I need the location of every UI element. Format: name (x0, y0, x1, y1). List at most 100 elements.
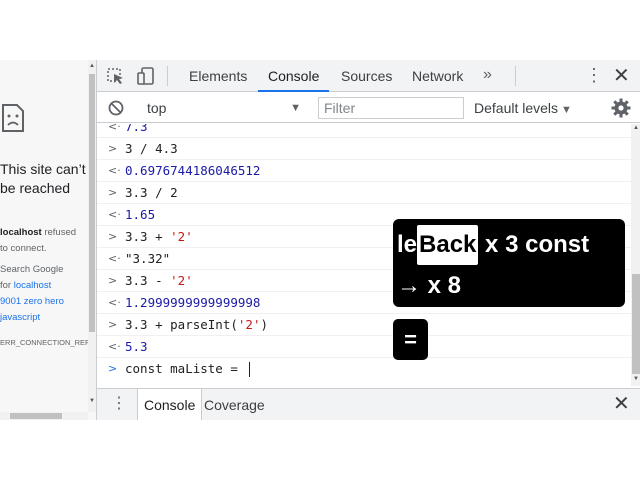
page-hscroll-thumb[interactable] (10, 413, 62, 419)
result-arrow-icon: <· (108, 296, 121, 309)
page-scroll-thumb[interactable] (89, 74, 95, 332)
refused-line-2: to connect. (0, 243, 47, 254)
drawer-tab-console[interactable]: Console (137, 389, 203, 421)
console-scrollbar[interactable]: ▲ ▼ (631, 124, 640, 386)
console-row: >3 / 4.3 (97, 138, 633, 160)
prompt-input[interactable]: const maListe = (125, 358, 251, 380)
code-part: 3.3 - (125, 273, 171, 288)
devtools-tabbar: Elements Console Sources Network » ⋮ ✕ (97, 60, 640, 92)
caption-text: le (397, 231, 418, 258)
console-scroll-thumb[interactable] (632, 274, 640, 374)
input-chevron-icon: > (108, 142, 118, 155)
code-part: ) (260, 317, 268, 332)
host-name: localhost (0, 227, 42, 238)
search-line-2: for localhost (0, 278, 51, 294)
clear-console-icon[interactable] (107, 99, 125, 117)
console-text: 1.65 (125, 207, 156, 222)
page-horizontal-scrollbar[interactable] (0, 412, 88, 420)
gear-icon[interactable] (611, 98, 631, 118)
result-arrow-icon: <· (108, 124, 121, 133)
caption-line-2: → x 8 (397, 272, 462, 299)
refused-line: localhost refused (0, 225, 76, 241)
console-row: <· 7.3 (97, 124, 633, 138)
devtools-menu-icon[interactable]: ⋮ (585, 60, 603, 92)
chevron-down-icon: ▼ (290, 102, 301, 114)
log-levels-dropdown[interactable]: Default levels ▼ (474, 98, 574, 118)
input-chevron-icon: > (108, 274, 118, 287)
console-row: >3.3 / 2 (97, 182, 633, 204)
console-text: 3.3 + '2' (125, 226, 193, 248)
search-link-host[interactable]: localhost (14, 280, 52, 291)
console-row: <· 5.3 (97, 336, 633, 358)
scroll-up-arrow-icon[interactable]: ▲ (89, 63, 95, 69)
chevron-down-icon: ▼ (561, 104, 572, 116)
toolbar-divider-2 (515, 66, 516, 86)
search-for-text: for (0, 280, 14, 291)
console-row: >3.3 + parseInt('2') (97, 314, 633, 336)
code-part: 3.3 + parseInt( (125, 317, 238, 332)
result-arrow-icon: <· (108, 208, 121, 221)
result-arrow-icon: <· (108, 340, 121, 353)
search-link-query-2[interactable]: javascript (0, 310, 40, 326)
prompt-text: const maListe = (125, 361, 246, 376)
drawer-menu-icon[interactable]: ⋮ (111, 389, 127, 419)
scroll-up-arrow-icon[interactable]: ▲ (633, 125, 639, 131)
code-part: 3.3 + (125, 229, 171, 244)
log-levels-label: Default levels (474, 100, 559, 116)
context-selector[interactable]: top ▼ (137, 98, 303, 118)
screenshot: This site can’t be reached localhost ref… (0, 0, 640, 480)
close-devtools-icon[interactable]: ✕ (613, 60, 630, 92)
close-drawer-icon[interactable]: ✕ (613, 389, 630, 419)
scroll-down-arrow-icon[interactable]: ▼ (89, 398, 95, 404)
tab-network[interactable]: Network (402, 60, 473, 92)
console-text: 5.3 (125, 339, 148, 354)
console-text: 7.3 (125, 124, 148, 134)
result-arrow-icon: <· (108, 164, 121, 177)
top-letterbox (0, 0, 640, 60)
console-text: 3.3 - '2' (125, 270, 193, 292)
search-link-query[interactable]: 9001 zero hero (0, 294, 64, 310)
error-code: ERR_CONNECTION_REF (0, 338, 90, 347)
refused-text: refused (41, 227, 77, 238)
caption-highlight: Back (417, 225, 479, 265)
bottom-letterbox (0, 420, 640, 480)
more-tabs-icon[interactable]: » (483, 60, 492, 92)
console-text: 3.3 + parseInt('2') (125, 314, 268, 336)
caption-overlay: leBack x 3 const → x 8 (393, 219, 625, 307)
console-text: 3.3 / 2 (125, 185, 178, 200)
toolbar-divider (167, 66, 168, 86)
string-literal: '2' (237, 317, 261, 332)
text-cursor (249, 362, 251, 377)
search-line: Search Google (0, 264, 64, 275)
inspect-element-icon[interactable] (105, 66, 127, 86)
prompt-chevron-icon: > (108, 362, 118, 375)
sad-page-icon (2, 104, 24, 132)
console-text: "3.32" (125, 251, 171, 266)
string-literal: '2' (170, 229, 193, 244)
input-chevron-icon: > (108, 318, 118, 331)
caption-overlay-2: = (393, 319, 428, 360)
console-text: 0.6976744186046512 (125, 163, 261, 178)
scroll-down-arrow-icon[interactable]: ▼ (633, 376, 639, 382)
tab-elements[interactable]: Elements (179, 60, 257, 92)
console-text: 1.2999999999999998 (125, 295, 261, 310)
filter-input[interactable]: Filter (318, 97, 464, 119)
context-value: top (147, 100, 167, 116)
input-chevron-icon: > (108, 230, 118, 243)
console-row: <· 0.6976744186046512 (97, 160, 633, 182)
tab-console[interactable]: Console (258, 60, 330, 92)
string-literal: '2' (170, 273, 193, 288)
device-toolbar-icon[interactable] (135, 66, 157, 86)
console-prompt[interactable]: > const maListe = (97, 358, 633, 380)
browser-page: This site can’t be reached localhost ref… (0, 60, 96, 420)
caption-text: x 3 const (478, 231, 590, 258)
page-vertical-scrollbar[interactable]: ▲ ▼ (88, 60, 96, 412)
drawer-tab-coverage[interactable]: Coverage (198, 389, 271, 421)
caption-line-1: leBack x 3 const (397, 225, 589, 265)
console-text: 3 / 4.3 (125, 141, 178, 156)
tab-sources[interactable]: Sources (331, 60, 402, 92)
drawer-tabbar: ⋮ Console Coverage ✕ (97, 388, 640, 421)
result-arrow-icon: <· (108, 252, 121, 265)
input-chevron-icon: > (108, 186, 118, 199)
error-title: This site can’t be reached (0, 161, 86, 196)
